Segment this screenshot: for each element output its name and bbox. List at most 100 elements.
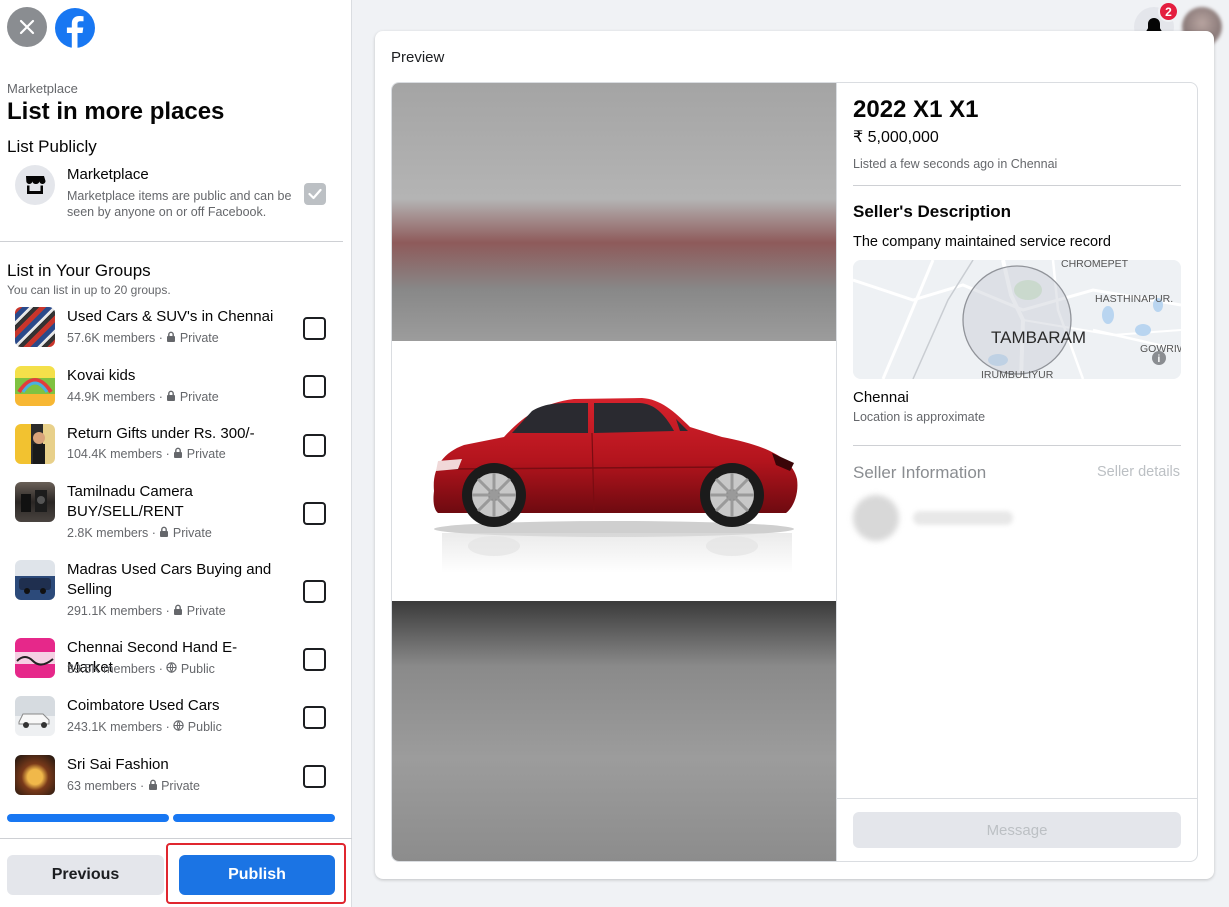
- sidebar-topbar: [0, 0, 352, 56]
- group-meta: 44.9K members · Private: [67, 390, 219, 404]
- group-name: Coimbatore Used Cars: [67, 697, 220, 714]
- sidebar: Marketplace List in more places List Pub…: [0, 0, 352, 907]
- map-label-south: IRUMBULIYUR: [981, 369, 1054, 379]
- group-meta: 291.1K members · Private: [67, 604, 226, 618]
- location-map[interactable]: TAMBARAM CHROMEPET HASTHINAPUR. GOWRIW I…: [853, 260, 1181, 379]
- preview-card: Preview 2022 X1 X1 ₹ 5,000,000 Listed a …: [375, 31, 1214, 879]
- location-note: Location is approximate: [853, 410, 986, 424]
- listing-title: 2022 X1 X1: [853, 96, 979, 123]
- lock-icon: [174, 447, 183, 458]
- group-privacy: Public: [187, 720, 222, 734]
- listing-time-location: Listed a few seconds ago in Chennai: [853, 157, 1058, 171]
- group-checkbox[interactable]: [303, 502, 326, 525]
- group-name: Madras Used Cars Buying and Selling: [67, 561, 272, 598]
- group-name: Sri Sai Fashion: [67, 756, 169, 773]
- group-checkbox[interactable]: [303, 317, 326, 340]
- group-item[interactable]: Return Gifts under Rs. 300/- 104.4K memb…: [15, 424, 345, 466]
- preview-label: Preview: [391, 49, 445, 66]
- message-divider: [837, 798, 1197, 799]
- group-members: 63 members: [67, 779, 137, 793]
- group-thumbnail: [15, 696, 55, 736]
- group-thumbnail: [15, 366, 55, 406]
- group-name: Kovai kids: [67, 367, 136, 384]
- group-item[interactable]: Chennai Second Hand E-Market 39.5K membe…: [15, 638, 345, 680]
- groups-subheading: You can list in up to 20 groups.: [7, 283, 171, 297]
- group-members: 44.9K members: [67, 390, 156, 404]
- blurred-photo-background: [392, 601, 836, 861]
- seller-name-blurred: [913, 511, 1013, 525]
- page-title: List in more places: [7, 98, 225, 125]
- group-members: 291.1K members: [67, 604, 163, 618]
- group-members: 57.6K members: [67, 331, 156, 345]
- map-label-north: CHROMEPET: [1061, 260, 1129, 270]
- group-members: 2.8K members: [67, 526, 149, 540]
- lock-icon: [167, 390, 176, 401]
- group-privacy: Private: [186, 604, 226, 618]
- group-item[interactable]: Used Cars & SUV's in Chennai 57.6K membe…: [15, 307, 345, 349]
- group-privacy: Private: [186, 447, 226, 461]
- group-privacy: Public: [180, 662, 215, 676]
- group-privacy: Private: [161, 779, 200, 793]
- facebook-logo-icon[interactable]: [54, 7, 96, 49]
- listing-details-panel: 2022 X1 X1 ₹ 5,000,000 Listed a few seco…: [836, 83, 1197, 861]
- seller-information-heading: Seller Information: [853, 463, 987, 482]
- group-checkbox[interactable]: [303, 580, 326, 603]
- lock-icon: [160, 526, 169, 537]
- group-members: 104.4K members: [67, 447, 163, 461]
- group-checkbox[interactable]: [303, 648, 326, 671]
- footer-divider: [0, 838, 352, 839]
- details-divider: [853, 445, 1181, 446]
- marketplace-option-desc: Marketplace items are public and can be …: [67, 189, 292, 219]
- seller-details-link[interactable]: Seller details: [1097, 464, 1180, 480]
- group-item[interactable]: Kovai kids 44.9K members · Private: [15, 366, 345, 408]
- group-thumbnail: [15, 638, 55, 678]
- close-button[interactable]: [7, 7, 47, 47]
- listing-price: ₹ 5,000,000: [853, 129, 939, 146]
- breadcrumb: Marketplace: [7, 81, 78, 96]
- groups-heading: List in Your Groups: [7, 261, 151, 280]
- marketplace-store-icon: [15, 165, 55, 205]
- group-thumbnail: [15, 424, 55, 464]
- group-meta: 243.1K members · Public: [67, 720, 222, 734]
- svg-text:i: i: [1158, 354, 1161, 365]
- group-members: 243.1K members: [67, 720, 163, 734]
- section-divider: [0, 241, 343, 242]
- group-name: Used Cars & SUV's in Chennai: [67, 308, 274, 325]
- group-item[interactable]: Coimbatore Used Cars 243.1K members · Pu…: [15, 696, 345, 738]
- globe-icon: [173, 720, 184, 732]
- group-members: 39.5K members: [67, 662, 156, 676]
- car-image: [433, 398, 798, 573]
- preview-frame: 2022 X1 X1 ₹ 5,000,000 Listed a few seco…: [391, 82, 1198, 862]
- progress-step-1: [7, 814, 169, 822]
- location-city: Chennai: [853, 389, 909, 406]
- group-item[interactable]: Tamilnadu Camera BUY/SELL/RENT 2.8K memb…: [15, 482, 345, 544]
- message-button[interactable]: Message: [853, 812, 1181, 848]
- lock-icon: [174, 604, 183, 615]
- group-checkbox[interactable]: [303, 706, 326, 729]
- group-thumbnail: [15, 482, 55, 522]
- marketplace-option-label: Marketplace: [67, 166, 149, 183]
- progress-step-2: [173, 814, 335, 822]
- group-item[interactable]: Sri Sai Fashion 63 members · Private: [15, 755, 345, 797]
- list-publicly-heading: List Publicly: [7, 137, 97, 156]
- lock-icon: [148, 779, 157, 790]
- group-meta: 2.8K members · Private: [67, 526, 212, 540]
- check-icon: [308, 188, 322, 200]
- group-checkbox[interactable]: [303, 434, 326, 457]
- marketplace-checkbox[interactable]: [304, 183, 326, 205]
- blurred-photo-background: [392, 83, 836, 341]
- map-label-east: HASTHINAPUR.: [1095, 293, 1173, 305]
- group-meta: 104.4K members · Private: [67, 447, 226, 461]
- group-checkbox[interactable]: [303, 765, 326, 788]
- previous-button[interactable]: Previous: [7, 855, 164, 895]
- group-checkbox[interactable]: [303, 375, 326, 398]
- map-label-main: TAMBARAM: [991, 328, 1086, 347]
- group-privacy: Private: [172, 526, 212, 540]
- seller-description-heading: Seller's Description: [853, 202, 1012, 221]
- listing-photo: [392, 341, 836, 601]
- group-privacy: Private: [179, 331, 219, 345]
- group-meta: 39.5K members · Public: [67, 662, 215, 676]
- publish-button[interactable]: Publish: [179, 855, 335, 895]
- group-item[interactable]: Madras Used Cars Buying and Selling 291.…: [15, 560, 345, 622]
- globe-icon: [166, 662, 178, 674]
